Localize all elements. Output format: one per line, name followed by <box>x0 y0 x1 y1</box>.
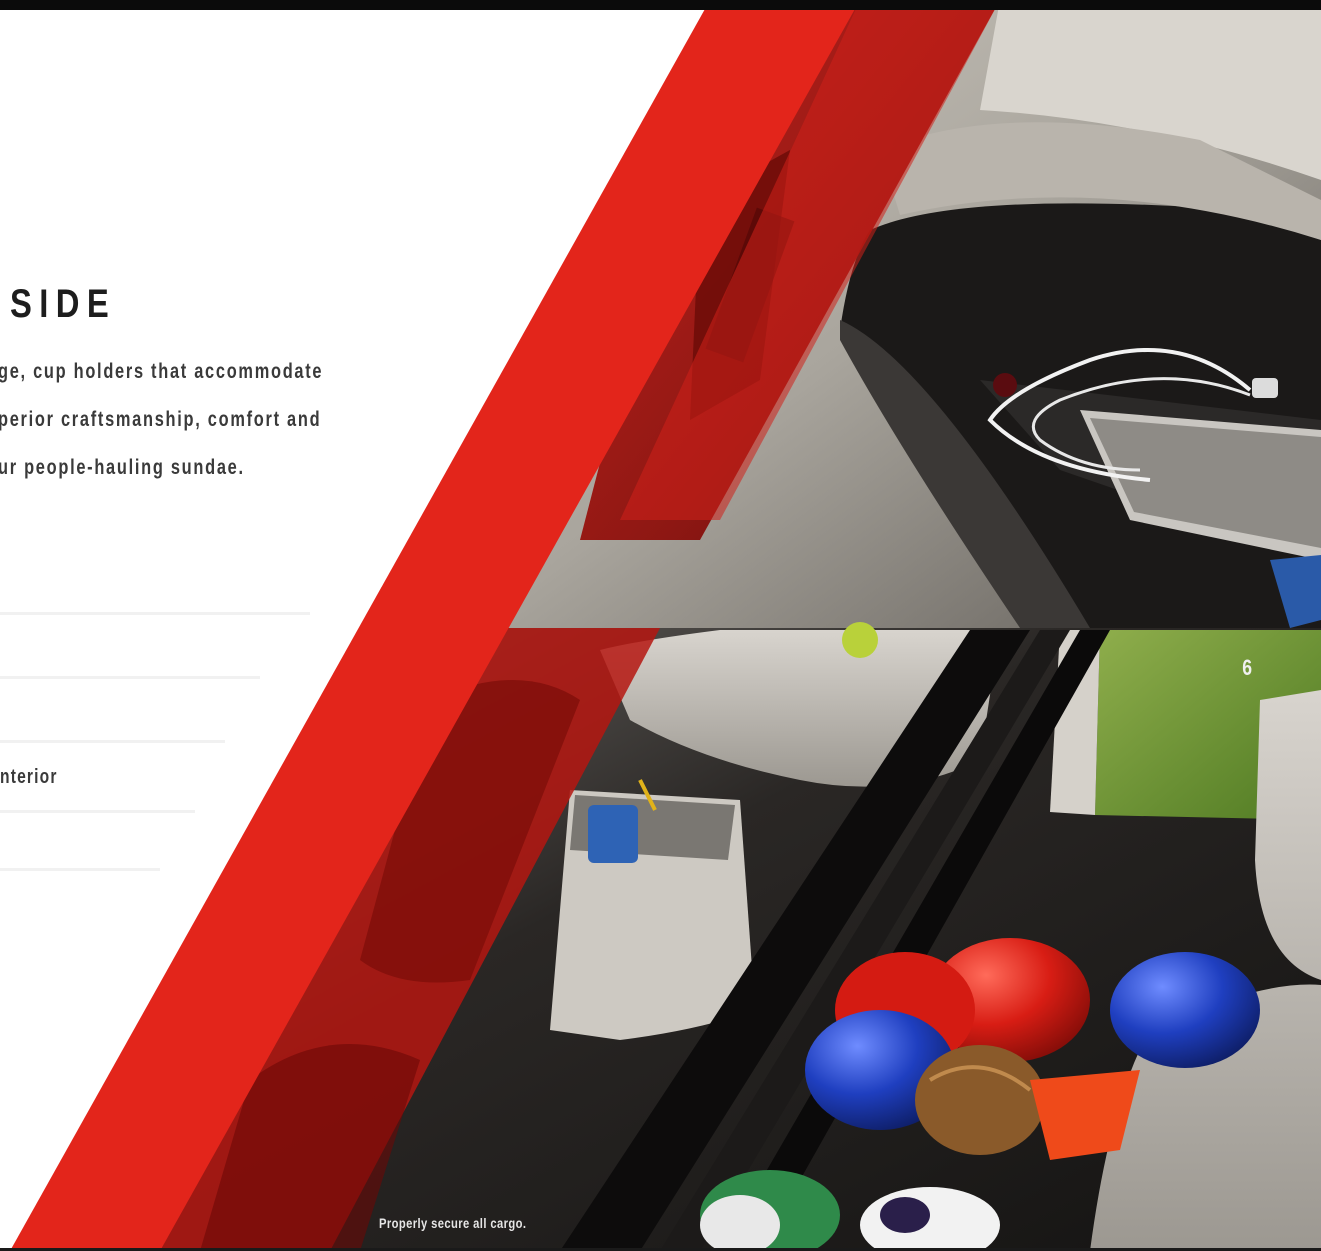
body-text-line-2: perior craftsmanship, comfort and <box>0 408 322 431</box>
faint-rule <box>0 868 160 871</box>
cargo-disclaimer: Properly secure all cargo. <box>379 1215 527 1231</box>
faint-rule <box>0 676 260 679</box>
section-heading: SIDE <box>10 282 117 326</box>
body-text-line-3: ur people-hauling sundae. <box>0 456 245 479</box>
top-border <box>0 0 1321 10</box>
faint-rule <box>0 810 195 813</box>
faint-rule <box>0 612 310 615</box>
page-number: 6 <box>1242 655 1253 680</box>
brochure-page: SIDE ge, cup holders that accommodate pe… <box>0 0 1321 1251</box>
feature-caption: nterior <box>0 766 58 788</box>
body-text-line-1: ge, cup holders that accommodate <box>0 360 324 383</box>
photo-collage <box>10 0 1321 1251</box>
faint-rule <box>0 740 225 743</box>
